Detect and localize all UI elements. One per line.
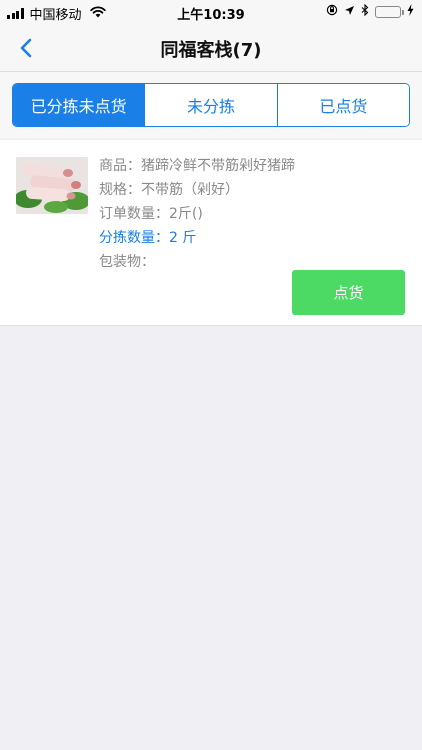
order-card: 商品：猪蹄冷鲜不带筋剁好猪蹄 规格：不带筋（剁好） 订单数量：2斤() 分拣数量…: [0, 140, 422, 326]
location-icon: [344, 5, 355, 20]
tab-sorted-not-checked[interactable]: 已分拣未点货: [13, 84, 145, 126]
product-image: [16, 157, 88, 214]
product-row: 商品：猪蹄冷鲜不带筋剁好猪蹄: [99, 154, 408, 178]
spec-label: 规格：: [99, 182, 141, 198]
tab-not-sorted[interactable]: 未分拣: [144, 84, 277, 126]
check-goods-button[interactable]: 点货: [292, 270, 405, 315]
spec-row: 规格：不带筋（剁好）: [99, 178, 408, 202]
product-label: 商品：: [99, 158, 141, 174]
order-quantity-value: 2斤(): [169, 206, 203, 222]
status-right: [326, 3, 414, 20]
product-value: 猪蹄冷鲜不带筋剁好猪蹄: [141, 158, 295, 174]
charging-icon: [407, 4, 414, 20]
order-quantity-label: 订单数量：: [99, 206, 169, 222]
screen: 中国移动 上午10:39 同福客栈(7) 已分拣未点货 未分拣 已点货 商品：猪…: [0, 0, 422, 750]
sorted-quantity-label: 分拣数量：: [99, 230, 169, 246]
tab-checked[interactable]: 已点货: [276, 84, 409, 126]
nav-bar: 同福客栈(7): [0, 24, 422, 72]
order-info: 商品：猪蹄冷鲜不带筋剁好猪蹄 规格：不带筋（剁好） 订单数量：2斤() 分拣数量…: [99, 154, 408, 274]
sorted-quantity-row: 分拣数量：2 斤: [99, 226, 408, 250]
rotation-lock-icon: [326, 4, 338, 20]
spec-value: 不带筋（剁好）: [141, 182, 239, 198]
sorted-quantity-value: 2 斤: [169, 230, 197, 246]
battery-icon: [375, 6, 404, 18]
status-bar: 中国移动 上午10:39: [0, 0, 422, 24]
page-title: 同福客栈(7): [160, 40, 262, 61]
order-quantity-row: 订单数量：2斤(): [99, 202, 408, 226]
packaging-label: 包装物：: [99, 254, 155, 270]
bluetooth-icon: [361, 3, 369, 20]
tab-segment: 已分拣未点货 未分拣 已点货: [12, 83, 410, 127]
tab-bar-container: 已分拣未点货 未分拣 已点货: [0, 72, 422, 138]
